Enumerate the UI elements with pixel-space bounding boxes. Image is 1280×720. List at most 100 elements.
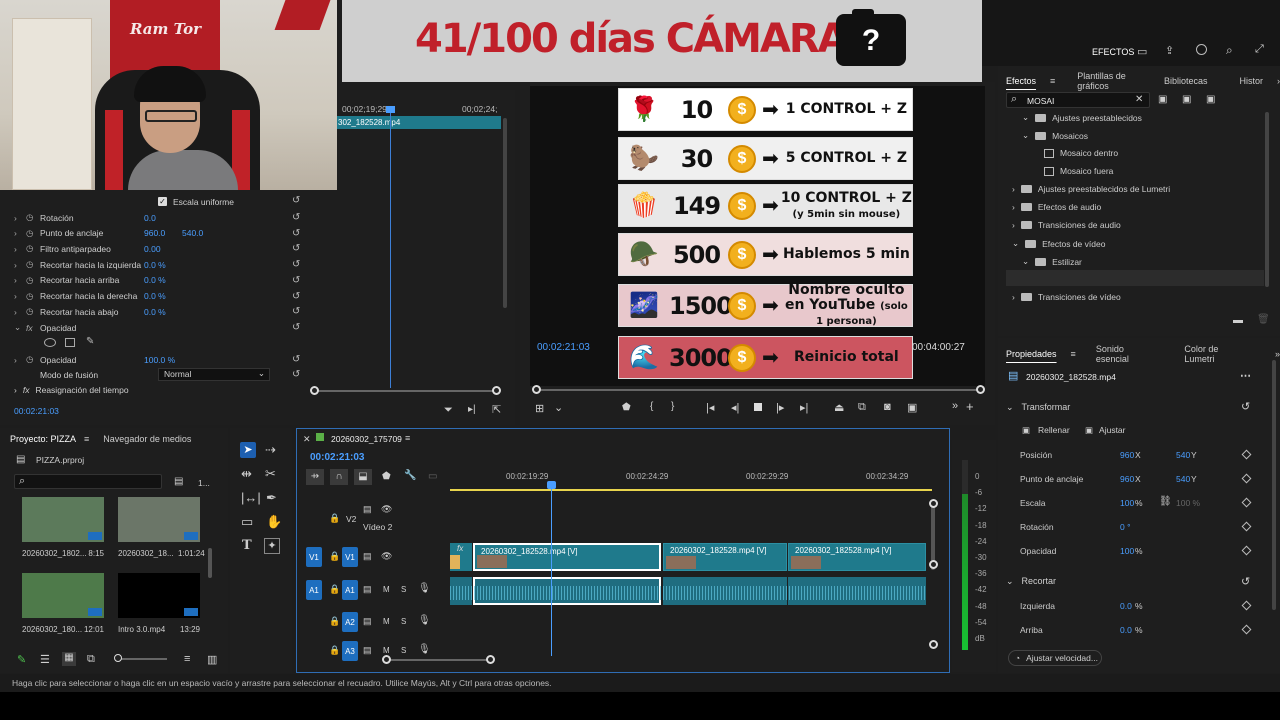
mark-in-icon[interactable]: { — [650, 401, 653, 412]
opacity-row[interactable]: › ◷ Opacidad 100.0 % ↺ — [14, 352, 304, 367]
settings-dropdown-icon[interactable]: ⌄ — [554, 401, 563, 414]
expand-icon[interactable]: › — [14, 291, 26, 301]
reset-icon[interactable]: ↺ — [292, 354, 300, 365]
v1-clip[interactable]: 20260302_182528.mp4 [V] — [663, 543, 787, 571]
stopwatch-icon[interactable]: ◷ — [26, 275, 40, 286]
export-frame-icon[interactable]: ◙ — [884, 401, 891, 413]
blend-mode-select[interactable]: Normal ⌄ — [158, 368, 270, 381]
rectangle-tool[interactable]: ▭ — [241, 514, 253, 530]
track-select-tool[interactable]: ⇢ — [265, 442, 276, 458]
ec-playhead[interactable] — [390, 108, 391, 388]
a2-mute[interactable]: M — [383, 617, 390, 626]
effects-tree-item[interactable]: › Ajustes preestablecidos de Lumetri — [1012, 184, 1170, 194]
32bit-effects-icon[interactable]: ▣ — [1182, 94, 1191, 105]
a1-sync-icon[interactable]: ▤ — [363, 584, 372, 595]
expand-icon[interactable]: › — [14, 228, 26, 238]
crop-section-toggle[interactable]: ⌄ Recortar — [1006, 576, 1056, 587]
search-icon[interactable]: ⌕ — [1226, 43, 1233, 58]
a3-solo[interactable]: S — [401, 646, 406, 655]
stopwatch-icon[interactable]: ◷ — [26, 291, 40, 302]
tab-history[interactable]: Histor — [1239, 76, 1263, 86]
go-to-in-icon[interactable]: |◂ — [706, 401, 714, 414]
add-marker-icon[interactable]: ⬟ — [382, 471, 391, 482]
link-icon[interactable]: ⛓ — [1159, 496, 1172, 507]
reset-icon[interactable]: ↺ — [292, 275, 300, 286]
a2-track-target[interactable]: A2 — [342, 612, 358, 632]
hand-tool[interactable]: ✋ — [266, 514, 282, 530]
mark-out-icon[interactable]: } — [671, 401, 674, 412]
selection-tool[interactable]: ➤ — [240, 442, 256, 458]
accelerated-effects-icon[interactable]: ▣ — [1158, 94, 1167, 105]
razor-tool[interactable]: ✂ — [265, 466, 276, 482]
linked-selection-icon[interactable]: ∩ — [330, 469, 348, 485]
ec-zoom-handle-left[interactable] — [310, 386, 319, 395]
fit-button[interactable]: ▣ Ajustar — [1085, 425, 1126, 436]
type-tool[interactable]: T — [242, 538, 252, 553]
chevron-icon[interactable]: ⌄ — [1022, 112, 1029, 123]
scale-value[interactable]: 100 — [1120, 498, 1134, 508]
chevron-icon[interactable]: › — [1012, 292, 1015, 302]
timeline-scroll-handle-audio[interactable] — [929, 640, 938, 649]
write-protect-icon[interactable]: ✎ — [17, 653, 26, 666]
step-back-icon[interactable]: ◂| — [731, 401, 739, 414]
effect-control-value[interactable]: 0.0 % — [144, 275, 182, 285]
pen-tool[interactable]: ✒ — [266, 490, 277, 506]
a1-track-target[interactable]: A1 — [342, 580, 358, 600]
share-icon[interactable]: ⇪ — [1165, 44, 1174, 57]
tab-effects[interactable]: Efectos — [1006, 76, 1036, 86]
sort-icon[interactable]: ≡ — [184, 653, 190, 665]
timeline-playhead[interactable] — [551, 482, 552, 656]
chevron-icon[interactable]: ⌄ — [1022, 256, 1029, 267]
a3-sync-icon[interactable]: ▤ — [363, 645, 372, 656]
menu-icon[interactable]: ≡ — [1050, 76, 1055, 86]
filter-icon[interactable]: ⏷ — [444, 404, 453, 417]
stopwatch-icon[interactable]: ◷ — [26, 243, 40, 254]
effect-control-row[interactable]: › ◷ Punto de anclaje 960.0 540.0 ↺ — [14, 226, 304, 241]
crop-top-value[interactable]: 0.0 — [1120, 625, 1132, 635]
reset-icon[interactable]: ↺ — [1241, 575, 1250, 588]
effects-scrollbar[interactable] — [1265, 112, 1269, 287]
expand-icon[interactable]: › — [14, 307, 26, 317]
reset-icon[interactable]: ↺ — [292, 212, 300, 223]
ec-playhead-head[interactable] — [386, 106, 395, 113]
v1-clip[interactable]: 20260302_182528.mp4 [V] — [473, 543, 661, 571]
wrench-icon[interactable]: 🔧 — [404, 470, 416, 481]
sequence-name[interactable]: 20260302_175709 — [331, 434, 402, 444]
effects-tree-item[interactable]: › Transiciones de audio — [1012, 220, 1121, 230]
effects-tree-item[interactable]: Mosaico fuera — [1032, 166, 1113, 176]
rotation-value[interactable]: 0 ° — [1120, 522, 1131, 532]
tab-project[interactable]: Proyecto: PIZZA — [10, 434, 76, 444]
chevron-icon[interactable]: ⌄ — [1022, 130, 1029, 141]
stopwatch-icon[interactable]: ◷ — [26, 354, 40, 365]
ec-zoom-handle-right[interactable] — [492, 386, 501, 395]
effects-workspace-label[interactable]: EFECTOS — [1092, 47, 1134, 57]
tab-libraries[interactable]: Bibliotecas — [1164, 76, 1208, 86]
snap-icon[interactable]: ⇸ — [306, 469, 324, 485]
effect-control-value[interactable]: 0.0 — [144, 213, 182, 223]
position-y[interactable]: 540 — [1176, 450, 1190, 460]
captions-icon[interactable]: ▭ — [428, 471, 437, 482]
a3-track-target[interactable]: A3 — [342, 641, 358, 661]
freeform-view-icon[interactable]: ⧉ — [87, 653, 95, 666]
timeline-scroll-h-right[interactable] — [486, 655, 495, 664]
reset-icon[interactable]: ↺ — [1241, 400, 1250, 413]
v1-source-patch[interactable]: V1 — [306, 547, 322, 567]
program-timecode[interactable]: 00:02:21:03 — [537, 342, 590, 353]
panel-icon[interactable]: ▭ — [1137, 45, 1147, 58]
a3-mute[interactable]: M — [383, 646, 390, 655]
menu-icon[interactable]: ≡ — [1071, 349, 1076, 359]
effect-control-row[interactable]: › ◷ Recortar hacia la izquierda 0.0 % ↺ — [14, 257, 304, 272]
stop-icon[interactable] — [754, 403, 762, 411]
reset-icon[interactable]: ↺ — [292, 259, 300, 270]
effects-tree-item[interactable]: ⌄ Estilizar — [1022, 256, 1082, 267]
reset-icon[interactable]: ↺ — [292, 243, 300, 254]
expand-icon[interactable]: › — [14, 244, 26, 254]
effect-control-value[interactable]: 0.0 % — [144, 260, 182, 270]
program-zoom-right[interactable] — [976, 385, 985, 394]
effect-control-value[interactable]: 960.0 — [144, 228, 182, 238]
step-forward-icon[interactable]: |▸ — [776, 401, 784, 414]
list-view-icon[interactable]: ☰ — [40, 653, 50, 666]
project-thumbnail[interactable] — [22, 497, 104, 542]
a2-solo[interactable]: S — [401, 617, 406, 626]
a2-sync-icon[interactable]: ▤ — [363, 616, 372, 627]
